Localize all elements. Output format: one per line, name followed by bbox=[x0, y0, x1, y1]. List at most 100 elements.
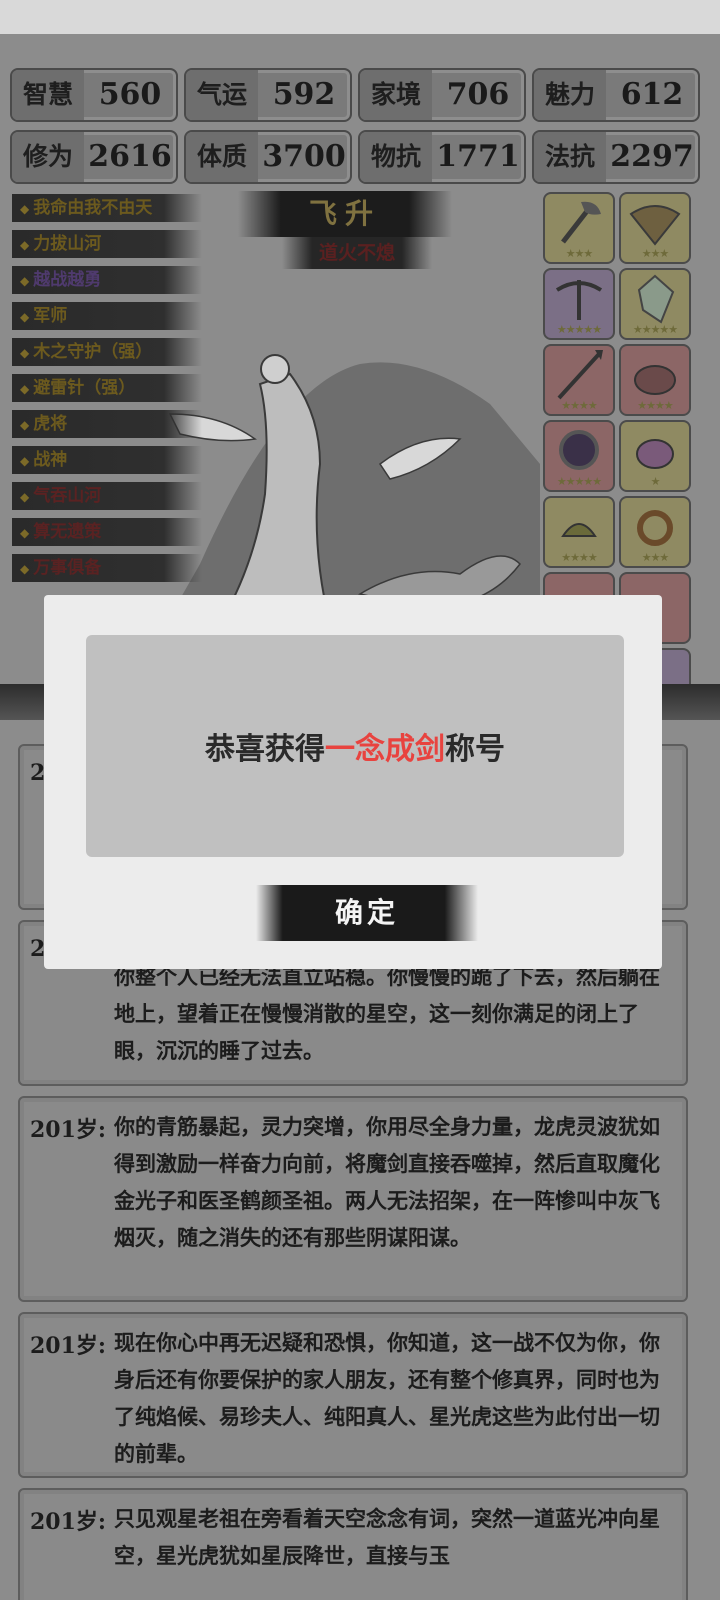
diamond-icon: ◆ bbox=[20, 382, 30, 396]
log-age: 201岁: bbox=[30, 1509, 107, 1535]
diamond-icon: ◆ bbox=[20, 490, 30, 504]
skill-item[interactable]: ◆ 越战越勇 bbox=[12, 266, 202, 294]
stage-subtitle: 道火不熄 bbox=[282, 237, 432, 269]
crystal-icon bbox=[637, 274, 675, 324]
stat-value: 1771 bbox=[436, 139, 520, 174]
item-stars: ★★★★ bbox=[561, 551, 597, 564]
skill-item[interactable]: ◆ 算无遗策 bbox=[12, 518, 202, 546]
skill-label: 虎将 bbox=[33, 414, 68, 434]
stat-wisdom: 智慧 560 bbox=[10, 68, 178, 122]
message-suffix: 称号 bbox=[445, 732, 505, 767]
confirm-button[interactable]: 确定 bbox=[256, 885, 478, 941]
item-stars: ★★★★ bbox=[637, 399, 673, 412]
diamond-icon: ◆ bbox=[20, 526, 30, 540]
stat-luck: 气运 592 bbox=[184, 68, 352, 122]
skill-item[interactable]: ◆ 战神 bbox=[12, 446, 202, 474]
item-slot[interactable]: ★★★ bbox=[619, 192, 691, 264]
skill-label: 避雷针（强） bbox=[33, 378, 136, 398]
diamond-icon: ◆ bbox=[20, 562, 30, 576]
item-stars: ★★★★★ bbox=[632, 323, 678, 336]
dialog-message: 恭喜获得 一念成剑 称号 bbox=[86, 635, 624, 857]
stage-title: 飞升 bbox=[238, 191, 452, 237]
item-stars: ★★★★ bbox=[561, 399, 597, 412]
stat-label: 气运 bbox=[186, 70, 258, 120]
item-slot[interactable]: ★★★★★ bbox=[543, 268, 615, 340]
item-stars: ★★★★★ bbox=[556, 323, 602, 336]
skill-item[interactable]: ◆ 虎将 bbox=[12, 410, 202, 438]
log-age: 201岁: bbox=[30, 1333, 107, 1359]
skill-item[interactable]: ◆ 避雷针（强） bbox=[12, 374, 202, 402]
log-entry: 201岁: 你的青筋暴起，灵力突增，你用尽全身力量，龙虎灵波犹如得到激励一样奋力… bbox=[18, 1096, 688, 1302]
ink-painting-art bbox=[160, 354, 540, 634]
fan-icon bbox=[629, 205, 681, 246]
message-prefix: 恭喜获得 bbox=[205, 732, 325, 767]
item-slot[interactable]: ★★★★ bbox=[543, 496, 615, 568]
diamond-icon: ◆ bbox=[20, 346, 30, 360]
status-bar bbox=[0, 0, 720, 34]
skill-label: 越战越勇 bbox=[33, 270, 102, 290]
skill-item[interactable]: ◆ 木之守护（强） bbox=[12, 338, 202, 366]
skill-label: 木之守护（强） bbox=[33, 342, 153, 362]
stat-family: 家境 706 bbox=[358, 68, 526, 122]
diamond-icon: ◆ bbox=[20, 202, 30, 216]
diamond-icon: ◆ bbox=[20, 418, 30, 432]
axe-icon bbox=[561, 201, 601, 244]
title-name: 一念成剑 bbox=[325, 732, 445, 767]
stat-cultivation: 修为 2616 bbox=[10, 130, 178, 184]
skill-item[interactable]: ◆ 力拔山河 bbox=[12, 230, 202, 258]
skill-label: 气吞山河 bbox=[33, 486, 102, 506]
log-text: 你的青筋暴起，灵力突增，你用尽全身力量，龙虎灵波犹如得到激励一样奋力向前，将魔剑… bbox=[114, 1114, 660, 1250]
stat-physical-resist: 物抗 1771 bbox=[358, 130, 526, 184]
skill-label: 我命由我不由天 bbox=[33, 198, 153, 218]
item-stars: ★★★ bbox=[565, 247, 594, 260]
stat-magic-resist: 法抗 2297 bbox=[532, 130, 700, 184]
stat-value: 612 bbox=[620, 77, 684, 112]
skill-item[interactable]: ◆ 气吞山河 bbox=[12, 482, 202, 510]
mirror-icon bbox=[559, 430, 599, 470]
stat-value: 706 bbox=[446, 77, 510, 112]
log-text: 你整个人已经无法直立站稳。你慢慢的跪了下去，然后躺在地上，望着正在慢慢消散的星空… bbox=[114, 964, 660, 1063]
log-entry: 201岁: 只见观星老祖在旁看着天空念念有词，突然一道蓝光冲向星空，星光虎犹如星… bbox=[18, 1488, 688, 1600]
teapot-icon bbox=[636, 439, 674, 469]
skill-label: 军师 bbox=[33, 306, 68, 326]
skill-item[interactable]: ◆ 军师 bbox=[12, 302, 202, 330]
item-slot[interactable]: ★ bbox=[619, 420, 691, 492]
stat-label: 智慧 bbox=[12, 70, 84, 120]
diamond-icon: ◆ bbox=[20, 454, 30, 468]
stat-value: 2616 bbox=[88, 139, 172, 174]
stat-label: 体质 bbox=[186, 132, 258, 182]
stat-value: 560 bbox=[98, 77, 162, 112]
crossbow-icon bbox=[555, 280, 603, 320]
item-stars: ★★★ bbox=[641, 247, 670, 260]
skill-item[interactable]: ◆ 我命由我不由天 bbox=[12, 194, 202, 222]
log-text: 只见观星老祖在旁看着天空念念有词，突然一道蓝光冲向星空，星光虎犹如星辰降世，直接… bbox=[114, 1506, 660, 1568]
log-text: 现在你心中再无迟疑和恐惧，你知道，这一战不仅为你，你身后还有你要保护的家人朋友，… bbox=[114, 1330, 660, 1466]
stat-constitution: 体质 3700 bbox=[184, 130, 352, 184]
diamond-icon: ◆ bbox=[20, 310, 30, 324]
item-stars: ★★★★★ bbox=[556, 475, 602, 488]
item-stars: ★ bbox=[650, 475, 661, 488]
cauldron-icon bbox=[634, 365, 676, 395]
item-slot[interactable]: ★★★★ bbox=[543, 344, 615, 416]
item-slot[interactable]: ★★★★ bbox=[619, 344, 691, 416]
stat-value: 2297 bbox=[610, 139, 694, 174]
ring-icon bbox=[637, 510, 673, 546]
incense-burner-icon bbox=[561, 523, 597, 537]
item-stars: ★★★ bbox=[641, 551, 670, 564]
skill-label: 算无遗策 bbox=[33, 522, 102, 542]
item-slot[interactable]: ★★★ bbox=[619, 496, 691, 568]
item-slot[interactable]: ★★★★★ bbox=[619, 268, 691, 340]
skill-label: 万事俱备 bbox=[33, 558, 102, 578]
log-age: 201岁: bbox=[30, 1117, 107, 1143]
skill-item[interactable]: ◆ 万事俱备 bbox=[12, 554, 202, 582]
skill-label: 力拔山河 bbox=[33, 234, 102, 254]
stat-label: 物抗 bbox=[360, 132, 432, 182]
item-slot[interactable]: ★★★ bbox=[543, 192, 615, 264]
stat-value: 3700 bbox=[262, 139, 346, 174]
stat-charm: 魅力 612 bbox=[532, 68, 700, 122]
item-slot[interactable]: ★★★★★ bbox=[543, 420, 615, 492]
stat-value: 592 bbox=[272, 77, 336, 112]
stat-label: 魅力 bbox=[534, 70, 606, 120]
stat-label: 修为 bbox=[12, 132, 84, 182]
title-award-dialog: 恭喜获得 一念成剑 称号 确定 bbox=[44, 595, 662, 969]
